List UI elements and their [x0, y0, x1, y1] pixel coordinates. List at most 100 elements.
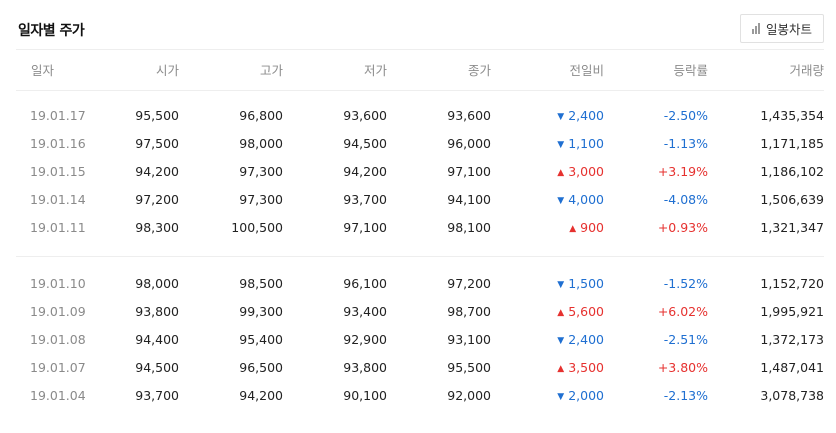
cell-change: ▼ 2,000 — [491, 381, 604, 409]
table-header-row: 일자 시가 고가 저가 종가 전일비 등락률 거래량 — [16, 50, 824, 91]
table-row: 19.01.09 93,800 99,300 93,400 98,700 ▲ 5,600 +6… — [16, 297, 824, 325]
cell-open: 94,500 — [135, 359, 179, 375]
column-header-rate: 등락률 — [604, 50, 708, 91]
table-row: 19.01.15 94,200 97,300 94,200 97,100 ▲ 3,000 +3… — [16, 157, 824, 185]
cell-close: 93,100 — [447, 331, 491, 347]
cell-close: 97,200 — [447, 275, 491, 291]
row-spacer — [16, 256, 824, 269]
cell-rate: -1.13% — [663, 135, 708, 151]
cell-volume: 1,995,921 — [760, 303, 824, 319]
change-value: 4,000 — [568, 191, 604, 207]
cell-date: 19.01.16 — [30, 135, 86, 151]
change-value: 1,500 — [568, 275, 604, 291]
cell-volume: 1,506,639 — [760, 191, 824, 207]
cell-low: 94,200 — [343, 163, 387, 179]
daily-price-panel: 일자별 주가 일봉차트 일자 시가 고가 저가 종가 전일비 등락률 거래량 1… — [0, 0, 836, 433]
table-row: 19.01.17 95,500 96,800 93,600 93,600 ▼ 2,400 -2… — [16, 101, 824, 129]
cell-high: 97,300 — [239, 163, 283, 179]
table-row: 19.01.10 98,000 98,500 96,100 97,200 ▼ 1,500 -1… — [16, 269, 824, 297]
cell-date: 19.01.04 — [30, 387, 86, 403]
change-value: 2,400 — [568, 331, 604, 347]
change-value: 2,400 — [568, 107, 604, 123]
column-header-close: 종가 — [387, 50, 491, 91]
cell-rate: -2.51% — [663, 331, 708, 347]
cell-volume: 1,372,173 — [760, 331, 824, 347]
panel-header: 일자별 주가 일봉차트 — [16, 0, 824, 50]
cell-date: 19.01.10 — [30, 275, 86, 291]
cell-rate: -2.13% — [663, 387, 708, 403]
cell-high: 98,500 — [239, 275, 283, 291]
triangle-up-icon: ▲ — [557, 167, 565, 178]
cell-open: 97,500 — [135, 135, 179, 151]
cell-close: 97,100 — [447, 163, 491, 179]
cell-change: ▼ 4,000 — [491, 185, 604, 213]
table-row: 19.01.14 97,200 97,300 93,700 94,100 ▼ 4,000 -4… — [16, 185, 824, 213]
cell-rate: +3.19% — [657, 163, 708, 179]
cell-open: 94,200 — [135, 163, 179, 179]
triangle-down-icon: ▼ — [557, 279, 565, 290]
cell-change: ▲ 5,600 — [491, 297, 604, 325]
column-header-change: 전일비 — [491, 50, 604, 91]
cell-rate: +6.02% — [657, 303, 708, 319]
cell-high: 98,000 — [239, 135, 283, 151]
cell-high: 94,200 — [239, 387, 283, 403]
column-header-high: 고가 — [179, 50, 283, 91]
row-spacer — [16, 90, 824, 101]
triangle-down-icon: ▼ — [557, 335, 565, 346]
cell-rate: +3.80% — [657, 359, 708, 375]
column-header-date: 일자 — [16, 50, 91, 91]
panel-title: 일자별 주가 — [18, 23, 85, 39]
table-row: 19.01.11 98,300 100,500 97,100 98,100 ▲ 900 +0.… — [16, 213, 824, 241]
cell-volume: 1,487,041 — [760, 359, 824, 375]
cell-low: 93,600 — [343, 107, 387, 123]
column-header-open: 시가 — [91, 50, 179, 91]
cell-low: 93,700 — [343, 191, 387, 207]
table-row: 19.01.07 94,500 96,500 93,800 95,500 ▲ 3,500 +3… — [16, 353, 824, 381]
cell-close: 96,000 — [447, 135, 491, 151]
cell-low: 94,500 — [343, 135, 387, 151]
cell-low: 92,900 — [343, 331, 387, 347]
triangle-up-icon: ▲ — [557, 363, 565, 374]
cell-open: 97,200 — [135, 191, 179, 207]
triangle-down-icon: ▼ — [557, 139, 565, 150]
bar-chart-icon — [751, 23, 760, 34]
change-value: 3,500 — [568, 359, 604, 375]
cell-date: 19.01.09 — [30, 303, 86, 319]
cell-close: 98,700 — [447, 303, 491, 319]
cell-change: ▲ 3,500 — [491, 353, 604, 381]
cell-high: 96,800 — [239, 107, 283, 123]
cell-high: 100,500 — [231, 219, 283, 235]
daily-chart-button[interactable]: 일봉차트 — [740, 14, 824, 43]
table-row: 19.01.08 94,400 95,400 92,900 93,100 ▼ 2,400 -2… — [16, 325, 824, 353]
cell-change: ▼ 1,500 — [491, 269, 604, 297]
change-value: 1,100 — [568, 135, 604, 151]
cell-open: 94,400 — [135, 331, 179, 347]
cell-change: ▼ 1,100 — [491, 129, 604, 157]
cell-rate: -4.08% — [663, 191, 708, 207]
table-row: 19.01.16 97,500 98,000 94,500 96,000 ▼ 1,100 -1… — [16, 129, 824, 157]
table-row: 19.01.04 93,700 94,200 90,100 92,000 ▼ 2,000 -2… — [16, 381, 824, 409]
triangle-down-icon: ▼ — [557, 111, 565, 122]
cell-open: 93,800 — [135, 303, 179, 319]
column-header-low: 저가 — [283, 50, 387, 91]
cell-low: 96,100 — [343, 275, 387, 291]
cell-low: 97,100 — [343, 219, 387, 235]
table-body: 19.01.17 95,500 96,800 93,600 93,600 ▼ 2,400 -2… — [16, 90, 824, 409]
cell-rate: -1.52% — [663, 275, 708, 291]
cell-close: 94,100 — [447, 191, 491, 207]
cell-date: 19.01.08 — [30, 331, 86, 347]
cell-date: 19.01.11 — [30, 219, 86, 235]
change-value: 2,000 — [568, 387, 604, 403]
cell-open: 95,500 — [135, 107, 179, 123]
change-value: 3,000 — [568, 163, 604, 179]
cell-high: 95,400 — [239, 331, 283, 347]
group-divider — [16, 241, 824, 257]
cell-low: 93,400 — [343, 303, 387, 319]
cell-change: ▲ 900 — [491, 213, 604, 241]
cell-volume: 1,171,185 — [760, 135, 824, 151]
cell-close: 92,000 — [447, 387, 491, 403]
cell-volume: 1,435,354 — [760, 107, 824, 123]
cell-volume: 1,152,720 — [760, 275, 824, 291]
cell-date: 19.01.15 — [30, 163, 86, 179]
daily-price-table: 일자 시가 고가 저가 종가 전일비 등락률 거래량 19.01.17 95,50… — [16, 50, 824, 409]
